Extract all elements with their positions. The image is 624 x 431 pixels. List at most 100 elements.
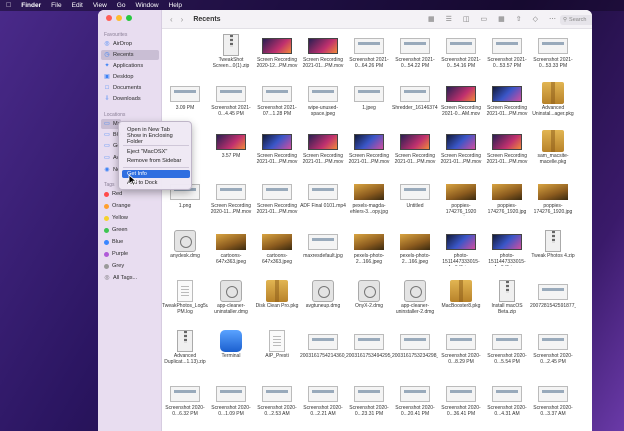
file-item[interactable]: AIP_Presti — [254, 326, 300, 370]
group-icon[interactable]: ▦ — [498, 15, 505, 23]
menu-file[interactable]: File — [51, 2, 61, 9]
file-item[interactable]: Install macOS Beta.zip — [484, 276, 530, 320]
file-item[interactable]: Screenshot 2021-0...54.22 PM — [392, 30, 438, 74]
file-item[interactable]: Screenshot 2020-0...6.32 PM — [162, 378, 208, 422]
file-item[interactable]: Screenshot 2021-0...53.57 PM — [484, 30, 530, 74]
sidebar-all-tags[interactable]: ◎ All Tags... — [101, 273, 159, 283]
sidebar-tag-purple[interactable]: Purple — [101, 249, 159, 259]
menu-edit[interactable]: Edit — [72, 2, 83, 9]
file-item[interactable]: wipe-unused-space.jpeg — [300, 78, 346, 122]
sidebar-tag-blue[interactable]: Blue — [101, 237, 159, 247]
apple-icon[interactable]:  — [6, 2, 11, 9]
sidebar-tag-red[interactable]: Red — [101, 189, 159, 199]
file-item[interactable]: pexels-photo-2...166.jpeg — [392, 226, 438, 270]
menu-view[interactable]: View — [93, 2, 107, 9]
file-item[interactable]: poppies-174276_1920.jpg — [484, 176, 530, 220]
more-icon[interactable]: ⋯ — [549, 15, 556, 23]
file-item[interactable]: Terminal — [208, 326, 254, 370]
file-item[interactable]: Screen Recording 2020-11...PM.mov — [208, 176, 254, 220]
gallery-view-icon[interactable]: ▭ — [481, 15, 488, 23]
search-field[interactable]: ⚲ Search — [560, 15, 592, 25]
file-item[interactable]: Tweak Photos 4.zip — [530, 226, 576, 270]
minimize-button[interactable] — [116, 15, 122, 21]
file-item[interactable]: Screen Recording 2021-01...PM.mov — [484, 78, 530, 122]
file-item[interactable]: Screen Recording 2021-01...PM.mov — [346, 126, 392, 170]
file-item[interactable]: avgtuneup.dmg — [300, 276, 346, 320]
column-view-icon[interactable]: ◫ — [463, 15, 470, 23]
file-item[interactable]: Screenshot 2020-0...1.09 PM — [208, 378, 254, 422]
file-item[interactable]: sam_macsite-macelle.pkg — [530, 126, 576, 170]
file-item[interactable]: Screenshot 2021-0...64.26 PM — [346, 30, 392, 74]
file-item[interactable]: OnyX-2.dmg — [346, 276, 392, 320]
file-item[interactable]: TweakPhotos_Log5umm...4 PM.log — [162, 276, 208, 320]
file-item[interactable]: Screenshot 2020-0...20.41 PM — [392, 378, 438, 422]
file-item[interactable]: anydesk.dmg — [162, 226, 208, 270]
file-item[interactable]: MacBooster8.pkg — [438, 276, 484, 320]
file-item[interactable]: 2003161754214360_snapshot — [300, 326, 346, 370]
file-item[interactable]: Screenshot 2021-0...4.45 PM — [208, 78, 254, 122]
menu-window[interactable]: Window — [135, 2, 158, 9]
file-item[interactable]: Screen Recording 2021-01...PM.mov — [300, 30, 346, 74]
file-item[interactable]: Screenshot 2020-0...2.21 AM — [300, 378, 346, 422]
file-item[interactable]: Screen Recording 2021-01...PM.mov — [484, 126, 530, 170]
file-item[interactable]: Screen Recording 2020-12...PM.mov — [254, 30, 300, 74]
file-item[interactable]: Screenshot 2021-0...54.16 PM — [438, 30, 484, 74]
file-item[interactable]: Screenshot 2020-0...2.45 PM — [530, 326, 576, 370]
file-item[interactable]: maxresdefault.jpg — [300, 226, 346, 270]
file-item[interactable]: Screen Recording 2021-01...PM.mov — [392, 126, 438, 170]
file-item[interactable]: 1.jpeg — [346, 78, 392, 122]
file-item[interactable]: poppies-174276_1920.jpg — [530, 176, 576, 220]
file-item[interactable]: Screen Recording 2021-01...PM.mov — [438, 126, 484, 170]
file-item[interactable]: Screenshot 2020-0...5.54 PM — [484, 326, 530, 370]
file-item[interactable]: Advanced Duplicat...1.13).zip — [162, 326, 208, 370]
file-item[interactable]: Untitled — [392, 176, 438, 220]
file-item[interactable]: Advanced Uninstal...ager.pkg — [530, 78, 576, 122]
file-item[interactable]: poppies-174276_1920 copy.jpg — [438, 176, 484, 220]
file-item[interactable]: Screenshot 2020-0...3.37 AM — [530, 378, 576, 422]
file-item[interactable]: Screenshot 2021-0...53.33 PM — [530, 30, 576, 74]
file-item[interactable]: pexels-photo-2...166.jpeg — [346, 226, 392, 270]
file-item[interactable]: app-cleaner-uninstaller.dmg — [208, 276, 254, 320]
menu-remove-from-sidebar[interactable]: Remove from Sidebar — [122, 157, 190, 165]
file-item[interactable]: ADF Final 0101.mp4 — [300, 176, 346, 220]
zoom-button[interactable] — [126, 15, 132, 21]
file-item[interactable]: cartoons-647x363.jpeg — [208, 226, 254, 270]
file-item[interactable]: Screenshot 2021-07...1.28 PM — [254, 78, 300, 122]
sidebar-tag-orange[interactable]: Orange — [101, 201, 159, 211]
menu-eject[interactable]: Eject "MacOSX" — [122, 148, 190, 156]
sidebar-item-documents[interactable]: □ Documents — [101, 83, 159, 93]
file-item[interactable]: 3.57 PM — [208, 126, 254, 170]
menu-help[interactable]: Help — [169, 2, 182, 9]
file-item[interactable]: pexels-magda-ehlers-3...opy.jpg — [346, 176, 392, 220]
file-item[interactable]: Screenshot 2020-0...8.29 PM — [438, 326, 484, 370]
sidebar-item-recents[interactable]: ◷ Recents — [101, 50, 159, 60]
file-item[interactable]: Screenshot 2020-0...23.31 PM — [346, 378, 392, 422]
sidebar-item-applications[interactable]: ✦ Applications — [101, 61, 159, 71]
file-item[interactable]: photo-1511447333015-4...6d5.jpeg — [438, 226, 484, 270]
icon-view-icon[interactable]: ▦ — [428, 15, 435, 23]
file-item[interactable]: 2003161753494295_snapshot — [346, 326, 392, 370]
sidebar-item-airdrop[interactable]: ◎ AirDrop — [101, 39, 159, 49]
file-item[interactable]: 2003161753234298_snapshot — [392, 326, 438, 370]
file-item[interactable]: Screen Recording 2021-01...PM.mov — [254, 176, 300, 220]
sidebar-tag-yellow[interactable]: Yellow — [101, 213, 159, 223]
file-item[interactable]: Screenshot 2020-0...4.31 AM — [484, 378, 530, 422]
file-item[interactable]: Screen Recording 2021-01...PM.mov — [254, 126, 300, 170]
file-item[interactable]: Shredder_1614637457.png — [392, 78, 438, 122]
file-item[interactable]: 2007281542591877_snapshot — [530, 276, 576, 320]
file-item[interactable]: TweakShot Screen...0(1).zip — [208, 30, 254, 74]
share-icon[interactable]: ⇧ — [516, 15, 522, 23]
sidebar-item-desktop[interactable]: ▣ Desktop — [101, 72, 159, 82]
file-item[interactable]: Screen Recording 2021-01...PM.mov — [300, 126, 346, 170]
close-button[interactable] — [106, 15, 112, 21]
menu-finder[interactable]: Finder — [21, 2, 41, 9]
file-item[interactable]: cartoons-647x363.jpeg — [254, 226, 300, 270]
file-item[interactable]: Screenshot 2020-0...2.53 AM — [254, 378, 300, 422]
menu-go[interactable]: Go — [117, 2, 126, 9]
sidebar-tag-green[interactable]: Green — [101, 225, 159, 235]
file-item[interactable]: Screenshot 2020-0...36.41 PM — [438, 378, 484, 422]
file-item[interactable]: Disk Clean Pro.pkg — [254, 276, 300, 320]
menu-show-enclosing-folder[interactable]: Show in Enclosing Folder — [122, 133, 190, 145]
tag-icon[interactable]: ◇ — [533, 15, 538, 23]
file-item[interactable]: photo-1511447333015-4...6d5.jpeg — [484, 226, 530, 270]
